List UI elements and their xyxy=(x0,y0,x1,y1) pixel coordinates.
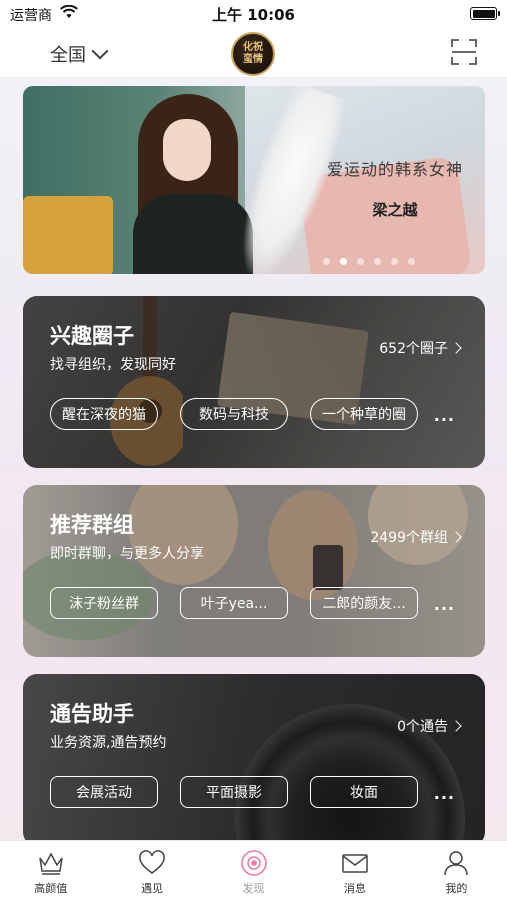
tab-label: 发现 xyxy=(242,882,265,895)
interest-circles-card[interactable]: 兴趣圈子 找寻组织，发现同好 652个圈子 醒在深夜的猫 数码与科技 一个种草的… xyxy=(23,296,485,468)
more-button[interactable]: ... xyxy=(434,595,455,614)
count-label: 0个通告 xyxy=(397,719,448,735)
tab-top-looks[interactable]: 高颜值 xyxy=(0,841,101,900)
banner-title: 爱运动的韩系女神 xyxy=(326,160,463,179)
chevron-down-icon xyxy=(91,42,109,60)
card-subtitle: 找寻组织，发现同好 xyxy=(50,357,176,373)
group-count-link[interactable]: 2499个群组 xyxy=(370,527,462,547)
card-subtitle: 业务资源,通告预约 xyxy=(50,735,167,751)
tag-list: 会展活动 平面摄影 妆面 xyxy=(50,776,418,808)
bottom-tab-bar: 高颜值 遇见 发现 消息 我的 xyxy=(0,840,507,900)
card-title: 推荐群组 xyxy=(50,513,134,537)
pagination-dot[interactable] xyxy=(408,258,415,265)
more-button[interactable]: ... xyxy=(434,406,455,425)
announcement-count-link[interactable]: 0个通告 xyxy=(397,716,462,736)
tab-meet[interactable]: 遇见 xyxy=(101,841,202,900)
region-selector[interactable]: 全国 xyxy=(50,41,109,67)
logo-text-line1: 化祝 xyxy=(243,42,263,53)
card-title: 通告助手 xyxy=(50,702,134,726)
banner-pagination xyxy=(323,258,415,265)
tab-label: 遇见 xyxy=(141,882,164,895)
tag-chip[interactable]: 醒在深夜的猫 xyxy=(50,398,158,430)
banner-chair xyxy=(23,196,113,274)
card-title: 兴趣圈子 xyxy=(50,324,134,348)
mail-icon xyxy=(342,854,368,873)
promo-banner[interactable]: 爱运动的韩系女神 梁之越 xyxy=(23,86,485,274)
pagination-dot[interactable] xyxy=(357,258,364,265)
announcement-assistant-card[interactable]: 通告助手 业务资源,通告预约 0个通告 会展活动 平面摄影 妆面 ... xyxy=(23,674,485,846)
discover-icon xyxy=(240,850,267,876)
tab-label: 高颜值 xyxy=(34,882,68,895)
tag-chip[interactable]: 沫子粉丝群 xyxy=(50,587,158,619)
card-subtitle: 即时群聊，与更多人分享 xyxy=(50,546,204,562)
tag-chip[interactable]: 数码与科技 xyxy=(180,398,288,430)
region-label: 全国 xyxy=(50,45,86,66)
chevron-right-icon xyxy=(450,720,462,732)
tab-profile[interactable]: 我的 xyxy=(406,841,507,900)
tag-chip[interactable]: 平面摄影 xyxy=(180,776,288,808)
pagination-dot[interactable] xyxy=(323,258,330,265)
count-label: 652个圈子 xyxy=(379,341,448,357)
tag-chip[interactable]: 会展活动 xyxy=(50,776,158,808)
pagination-dot[interactable] xyxy=(391,258,398,265)
more-button[interactable]: ... xyxy=(434,784,455,803)
tag-chip[interactable]: 二郎的颜友... xyxy=(310,587,418,619)
scan-icon[interactable] xyxy=(451,39,477,65)
logo-text-line2: 蛮情 xyxy=(243,54,263,65)
battery-icon xyxy=(470,7,500,20)
tab-label: 我的 xyxy=(445,882,468,895)
circle-count-link[interactable]: 652个圈子 xyxy=(379,338,462,358)
tag-chip[interactable]: 妆面 xyxy=(310,776,418,808)
recommended-groups-card[interactable]: 推荐群组 即时群聊，与更多人分享 2499个群组 沫子粉丝群 叶子yea... … xyxy=(23,485,485,657)
chevron-right-icon xyxy=(450,342,462,354)
top-nav: 全国 化祝 蛮情 xyxy=(0,28,507,78)
banner-name: 梁之越 xyxy=(372,201,418,219)
tab-label: 消息 xyxy=(343,882,366,895)
tag-list: 醒在深夜的猫 数码与科技 一个种草的圈 xyxy=(50,398,418,430)
tag-chip[interactable]: 一个种草的圈 xyxy=(310,398,418,430)
count-label: 2499个群组 xyxy=(370,530,448,546)
crown-icon xyxy=(38,852,63,875)
app-logo: 化祝 蛮情 xyxy=(231,32,275,76)
tag-chip[interactable]: 叶子yea... xyxy=(180,587,288,619)
status-time: 上午 10:06 xyxy=(212,6,295,24)
tab-messages[interactable]: 消息 xyxy=(304,841,405,900)
tag-list: 沫子粉丝群 叶子yea... 二郎的颜友... xyxy=(50,587,418,619)
heart-icon xyxy=(139,850,165,874)
pagination-dot-active[interactable] xyxy=(340,258,347,265)
tab-discover[interactable]: 发现 xyxy=(203,841,304,900)
status-bar: 运营商 上午 10:06 xyxy=(0,0,507,28)
person-icon xyxy=(444,851,469,876)
pagination-dot[interactable] xyxy=(374,258,381,265)
chevron-right-icon xyxy=(450,531,462,543)
